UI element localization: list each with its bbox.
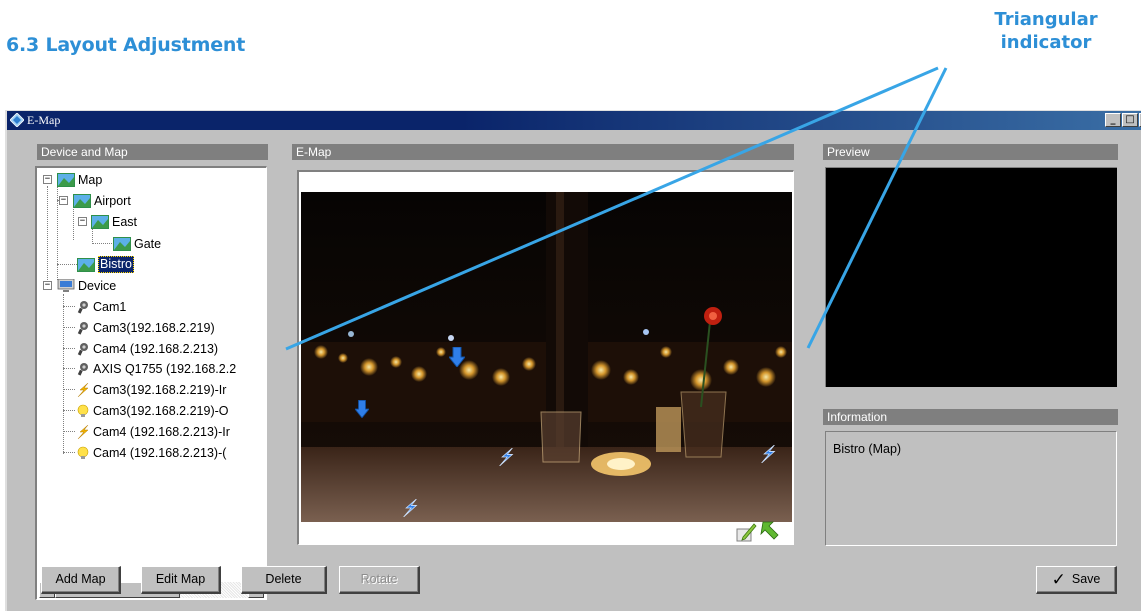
add-map-button[interactable]: Add Map: [41, 566, 121, 594]
tree-item-label: Device: [78, 278, 117, 293]
tree-item-label: East: [112, 214, 138, 229]
collapse-east-toggle[interactable]: −: [78, 217, 87, 226]
preview-header: Preview: [823, 144, 1118, 160]
map-icon: [113, 236, 131, 251]
tree-item-label: Bistro: [98, 256, 134, 274]
camera-icon: [77, 300, 88, 314]
map-camera-arrow-icon[interactable]: [355, 400, 369, 418]
tree-item-gate[interactable]: Gate: [113, 234, 161, 252]
tree-item-label: Cam4 (192.168.2.213): [93, 341, 219, 356]
tree-item-label: Gate: [134, 236, 162, 251]
tree-item-map[interactable]: Map: [57, 170, 102, 188]
window-title: E-Map: [27, 113, 61, 127]
map-icon: [91, 214, 109, 229]
tree-item-label: Cam3(192.168.2.219)-Ir: [93, 382, 227, 397]
app-diamond-icon: [10, 113, 24, 127]
tree-item-cam4-output[interactable]: Cam4 (192.168.2.213)-(: [76, 443, 226, 461]
tree-item-cam4[interactable]: Cam4 (192.168.2.213): [76, 339, 218, 357]
camera-icon: [77, 362, 88, 376]
map-input-bolt-icon[interactable]: [759, 445, 777, 463]
information-text: Bistro (Map): [833, 442, 902, 456]
tree-item-label: Cam4 (192.168.2.213)-(: [93, 445, 227, 460]
camera-icon: [77, 342, 88, 356]
map-icon: [57, 172, 75, 187]
minimize-button[interactable]: _: [1105, 113, 1121, 127]
tree-item-cam1[interactable]: Cam1: [76, 297, 126, 315]
device-map-tree[interactable]: − Map − Airport − East Gate Bistro − Dev…: [35, 166, 267, 600]
title-bar[interactable]: E-Map _ □ ×: [7, 111, 1141, 130]
tree-item-cam3-output[interactable]: Cam3(192.168.2.219)-O: [76, 401, 229, 419]
callout-label: Triangular indicator: [986, 8, 1106, 54]
tree-item-label: Cam4 (192.168.2.213)-Ir: [93, 424, 230, 439]
camera-icon: [77, 321, 88, 335]
map-icon: [77, 257, 95, 272]
tree-item-label: Map: [78, 172, 103, 187]
back-arrow-icon[interactable]: [759, 520, 781, 542]
delete-button[interactable]: Delete: [241, 566, 327, 594]
rotate-button[interactable]: Rotate: [339, 566, 420, 594]
edit-map-button[interactable]: Edit Map: [141, 566, 221, 594]
tree-item-axis-q1755[interactable]: AXIS Q1755 (192.168.2.2: [76, 359, 236, 377]
output-bulb-icon: [77, 446, 89, 459]
tree-item-label: AXIS Q1755 (192.168.2.2: [93, 361, 237, 376]
input-bolt-icon: [77, 424, 89, 439]
collapse-device-toggle[interactable]: −: [43, 281, 52, 290]
callout-label-line-2: indicator: [1000, 32, 1092, 53]
tree-item-east[interactable]: East: [91, 212, 137, 230]
collapse-map-toggle[interactable]: −: [43, 175, 52, 184]
map-input-bolt-icon[interactable]: [401, 499, 419, 517]
save-button[interactable]: ✓ Save: [1036, 566, 1117, 594]
emap-canvas[interactable]: [297, 170, 794, 545]
device-and-map-header: Device and Map: [37, 144, 268, 160]
tree-item-cam4-input[interactable]: Cam4 (192.168.2.213)-Ir: [76, 422, 230, 440]
tree-item-label: Cam3(192.168.2.219)-O: [93, 403, 229, 418]
map-background-image: [301, 192, 792, 522]
tree-item-label: Cam1: [93, 299, 127, 314]
bistro-photo: [301, 192, 792, 522]
map-camera-arrow-icon[interactable]: [449, 347, 465, 367]
monitor-icon: [57, 278, 75, 292]
save-button-label: Save: [1071, 572, 1101, 586]
information-panel: Bistro (Map): [825, 431, 1117, 546]
edit-pencil-icon[interactable]: [735, 521, 757, 543]
map-icon: [73, 193, 91, 208]
tree-item-cam3-input[interactable]: Cam3(192.168.2.219)-Ir: [76, 380, 226, 398]
map-input-bolt-icon[interactable]: [497, 448, 515, 466]
section-heading: 6.3 Layout Adjustment: [6, 34, 246, 56]
tree-item-label: Airport: [94, 193, 131, 208]
callout-label-line-1: Triangular: [994, 9, 1098, 30]
tree-item-device[interactable]: Device: [57, 276, 116, 294]
check-icon: ✓: [1051, 569, 1066, 589]
input-bolt-icon: [77, 382, 89, 397]
tree-item-label: Cam3(192.168.2.219): [93, 320, 215, 335]
tree-item-cam3[interactable]: Cam3(192.168.2.219): [76, 318, 215, 336]
tree-item-airport[interactable]: Airport: [73, 191, 131, 209]
maximize-button[interactable]: □: [1122, 113, 1138, 127]
output-bulb-icon: [77, 404, 89, 417]
collapse-airport-toggle[interactable]: −: [59, 196, 68, 205]
emap-header: E-Map: [292, 144, 794, 160]
preview-video: [825, 167, 1117, 387]
tree-item-bistro[interactable]: Bistro: [77, 255, 134, 274]
information-header: Information: [823, 409, 1118, 425]
